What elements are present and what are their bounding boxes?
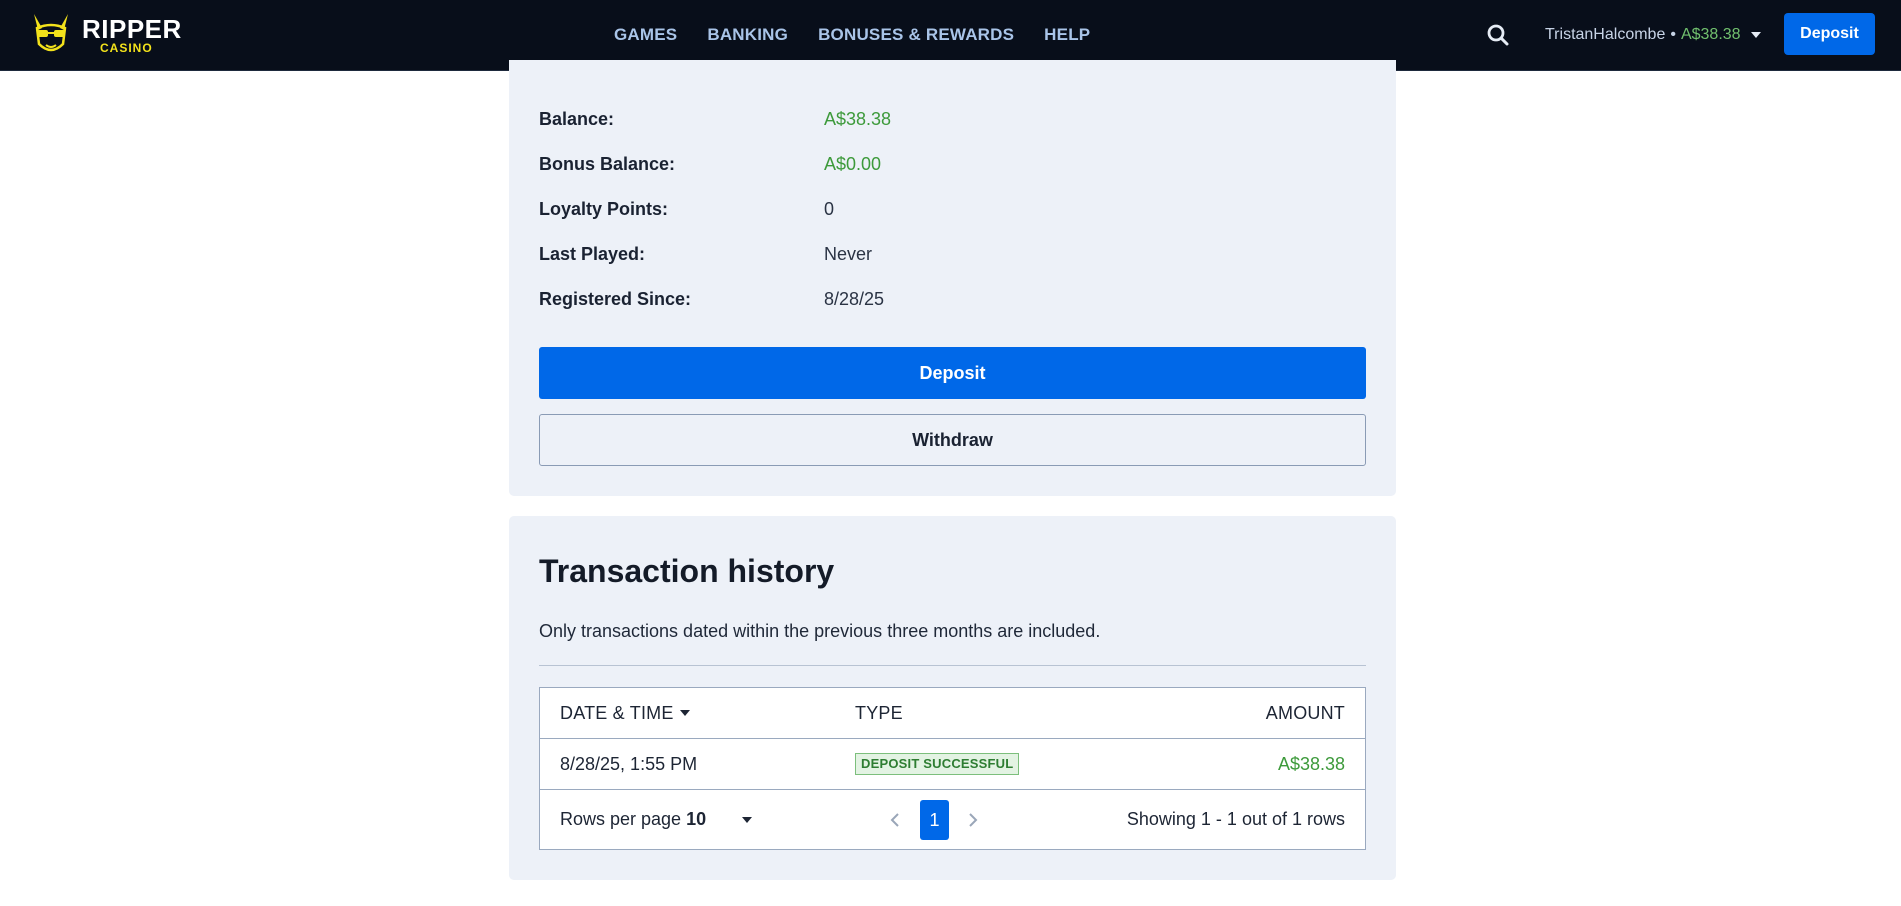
username: TristanHalcombe <box>1545 26 1666 43</box>
registered-since-label: Registered Since: <box>539 289 692 309</box>
user-account-menu[interactable]: TristanHalcombe • A$38.38 <box>1545 24 1761 46</box>
transactions-table: DATE & TIME TYPE AMOUNT 8/28/25, 1:55 PM… <box>539 687 1366 850</box>
amount-column-header: AMOUNT <box>1265 702 1345 723</box>
nav-help[interactable]: HELP <box>1044 24 1090 46</box>
balance-value: A$38.38 <box>824 109 892 129</box>
user-separator: • <box>1670 26 1676 43</box>
nav-banking[interactable]: BANKING <box>707 24 788 46</box>
divider <box>539 665 1366 666</box>
table-header-row: DATE & TIME TYPE AMOUNT <box>540 688 1365 739</box>
last-played-row: Last Played: Never <box>539 242 1339 266</box>
transaction-type: DEPOSIT SUCCESSFUL <box>855 739 1020 789</box>
transaction-amount: A$38.38 <box>1277 753 1345 774</box>
previous-page-icon[interactable] <box>890 790 900 849</box>
date-time-header-label: DATE & TIME <box>560 702 674 723</box>
ripper-casino-logo[interactable]: RIPPER CASINO <box>28 12 181 58</box>
type-column-header: TYPE <box>855 702 903 723</box>
transaction-history-title: Transaction history <box>539 553 835 589</box>
registered-since-row: Registered Since: 8/28/25 <box>539 287 1339 311</box>
date-time-column-header[interactable]: DATE & TIME <box>560 688 690 738</box>
next-page-icon[interactable] <box>968 790 978 849</box>
loyalty-points-label: Loyalty Points: <box>539 199 669 219</box>
rows-per-page-label: Rows per page <box>560 809 682 829</box>
bonus-balance-row: Bonus Balance: A$0.00 <box>539 152 1339 176</box>
transaction-history-panel: Transaction history Only transactions da… <box>509 516 1396 880</box>
table-row: 8/28/25, 1:55 PM DEPOSIT SUCCESSFUL A$38… <box>540 739 1365 790</box>
page-button-1[interactable]: 1 <box>920 800 949 840</box>
chevron-down-icon[interactable] <box>742 816 753 823</box>
search-icon[interactable] <box>1486 23 1510 47</box>
nav-bonuses-rewards[interactable]: BONUSES & REWARDS <box>818 24 1014 46</box>
withdraw-button[interactable]: Withdraw <box>539 414 1366 466</box>
kangaroo-logo-icon <box>34 14 68 52</box>
balance-label: Balance: <box>539 109 615 129</box>
header-balance: A$38.38 <box>1680 26 1741 43</box>
deposit-button[interactable]: Deposit <box>539 347 1366 399</box>
rows-per-page-value: 10 <box>686 809 707 829</box>
bonus-balance-value: A$0.00 <box>824 154 882 174</box>
transaction-history-note: Only transactions dated within the previ… <box>539 621 1101 641</box>
transaction-date: 8/28/25, 1:55 PM <box>560 753 698 774</box>
nav-games[interactable]: GAMES <box>614 24 677 46</box>
pagination-summary: Showing 1 - 1 out of 1 rows <box>1126 809 1345 829</box>
bonus-balance-label: Bonus Balance: <box>539 154 676 174</box>
rows-per-page-control[interactable]: Rows per page 10 <box>560 790 753 849</box>
loyalty-points-value: 0 <box>824 199 835 219</box>
logo-subtitle: CASINO <box>100 41 153 55</box>
loyalty-points-row: Loyalty Points: 0 <box>539 197 1339 221</box>
balance-row: Balance: A$38.38 <box>539 107 1339 131</box>
header-deposit-button[interactable]: Deposit <box>1784 13 1875 55</box>
main-nav: GAMES BANKING BONUSES & REWARDS HELP <box>614 24 1120 46</box>
table-footer: Rows per page 10 1 Showing 1 - 1 out of … <box>540 790 1365 849</box>
sort-descending-icon <box>679 710 690 716</box>
account-summary-panel: Balance: A$38.38 Bonus Balance: A$0.00 L… <box>509 60 1396 496</box>
registered-since-value: 8/28/25 <box>824 289 885 309</box>
chevron-down-icon <box>1750 32 1761 38</box>
logo-wordmark: RIPPER <box>82 14 182 44</box>
last-played-value: Never <box>824 244 873 264</box>
last-played-label: Last Played: <box>539 244 646 264</box>
status-badge: DEPOSIT SUCCESSFUL <box>855 753 1020 775</box>
